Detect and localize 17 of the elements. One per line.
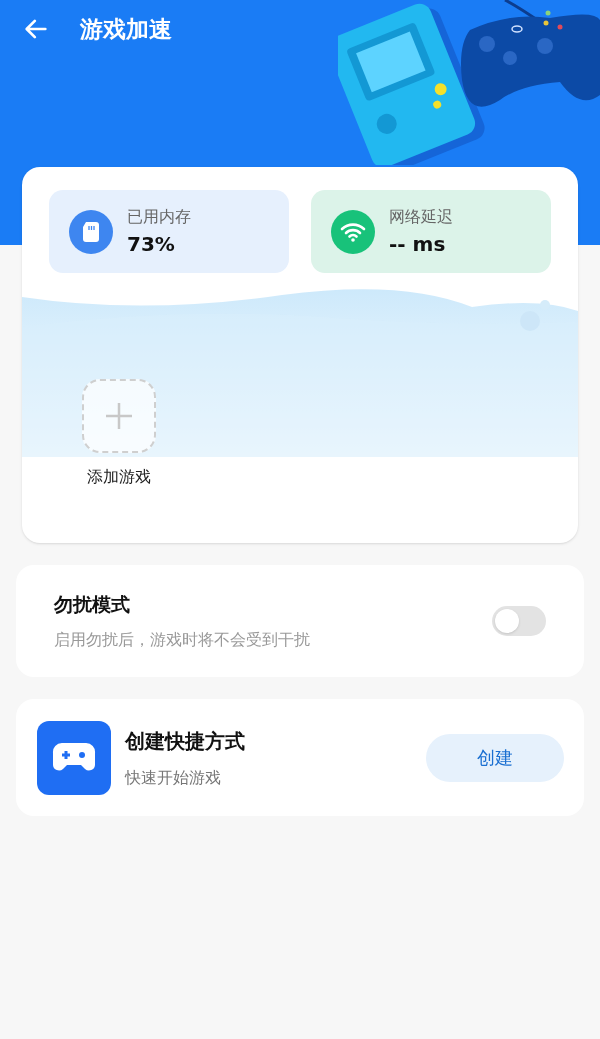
memory-card-icon	[69, 209, 113, 254]
stat-label: 网络延迟	[389, 205, 453, 228]
dnd-toggle[interactable]	[492, 606, 546, 636]
wifi-icon	[331, 209, 375, 254]
stat-value: -- ms	[389, 230, 447, 258]
add-game-label: 添加游戏	[87, 466, 151, 488]
shortcut-description: 快速开始游戏	[125, 766, 222, 789]
dnd-description: 启用勿扰后，游戏时将不会受到干扰	[54, 629, 310, 652]
shortcut-title: 创建快捷方式	[125, 727, 246, 755]
gamepad-icon	[37, 720, 111, 795]
page-title: 游戏加速	[80, 14, 172, 44]
add-game-button[interactable]	[82, 379, 156, 453]
stat-label: 已用内存	[127, 205, 191, 228]
plus-icon	[105, 402, 133, 430]
stat-value: 73%	[127, 230, 176, 258]
dnd-title: 勿扰模式	[54, 591, 131, 617]
create-button[interactable]: 创建	[426, 733, 564, 782]
